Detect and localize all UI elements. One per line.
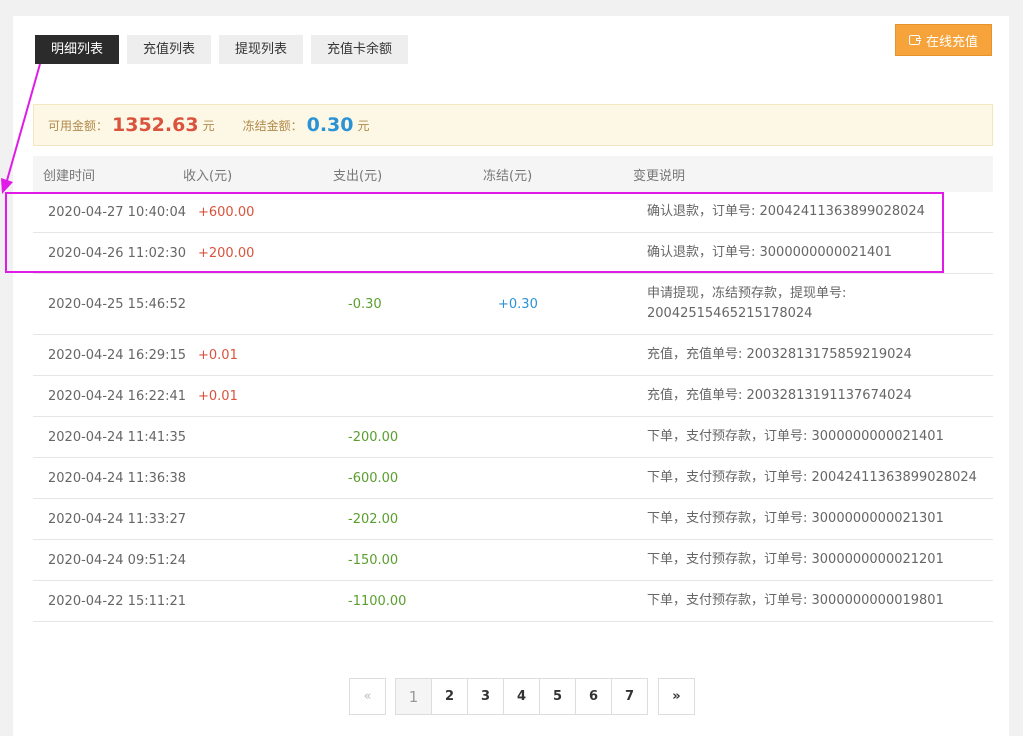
cell-description: 下单，支付预存款，订单号: 3000000000021201 [647, 550, 993, 570]
cell-time: 2020-04-24 11:41:35 [48, 429, 187, 445]
cell-time: 2020-04-24 16:22:41 [48, 388, 187, 404]
page-7-button[interactable]: 7 [611, 678, 648, 715]
cell-description: 充值，充值单号: 20032813191137674024 [647, 386, 993, 406]
table-row: 2020-04-24 11:33:27 -202.00 下单，支付预存款，订单号: … [33, 499, 993, 540]
cell-description: 下单，支付预存款，订单号: 3000000000021401 [647, 427, 993, 447]
description-line: 下单，支付预存款，订单号: 3000000000021301 [647, 511, 944, 526]
page-2-button[interactable]: 2 [431, 678, 468, 715]
header-description: 变更说明 [633, 168, 686, 184]
cell-description: 下单，支付预存款，订单号: 3000000000019801 [647, 591, 993, 611]
header-frozen: 冻结(元) [483, 168, 533, 184]
tab-bar: 明细列表 充值列表 提现列表 充值卡余额 [35, 35, 409, 64]
header-expense: 支出(元) [333, 168, 383, 184]
online-recharge-button[interactable]: 在线充值 [895, 24, 992, 56]
available-amount: 1352.63 [112, 114, 199, 136]
table-row: 2020-04-26 11:02:30 +200.00 确认退款，订单号: 3000… [33, 233, 993, 274]
wallet-icon [908, 35, 921, 45]
available-unit: 元 [202, 118, 215, 133]
description-line: 申请提现，冻结预存款，提现单号: [647, 286, 847, 301]
main-panel: 明细列表 充值列表 提现列表 充值卡余额 在线充值 可用金额： 1352.63 … [13, 16, 1009, 736]
cell-description: 下单，支付预存款，订单号: 3000000000021301 [647, 509, 993, 529]
table-header: 创建时间 收入(元) 支出(元) 冻结(元) 变更说明 [33, 156, 993, 192]
cell-time: 2020-04-24 09:51:24 [48, 552, 187, 568]
table-row: 2020-04-24 11:36:38 -600.00 下单，支付预存款，订单号: … [33, 458, 993, 499]
description-line-2: 20042515465215178024 [647, 306, 813, 321]
frozen-amount: 0.30 [306, 114, 354, 136]
cell-time: 2020-04-22 15:11:21 [48, 593, 187, 609]
cell-time: 2020-04-24 16:29:15 [48, 347, 187, 363]
frozen-label: 冻结金额： [242, 118, 303, 133]
tab-recharge-list[interactable]: 充值列表 [127, 35, 212, 64]
description-line: 下单，支付预存款，订单号: 3000000000019801 [647, 593, 944, 608]
cell-time: 2020-04-27 10:40:04 [48, 204, 187, 220]
table-row: 2020-04-24 09:51:24 -150.00 下单，支付预存款，订单号: … [33, 540, 993, 581]
balance-bar: 可用金额： 1352.63 元 冻结金额： 0.30 元 [33, 104, 993, 146]
description-line: 下单，支付预存款，订单号: 3000000000021201 [647, 552, 944, 567]
cell-expense: -1100.00 [348, 593, 407, 609]
cell-expense: -200.00 [348, 429, 399, 445]
cell-time: 2020-04-26 11:02:30 [48, 245, 187, 261]
cell-description: 充值，充值单号: 20032813175859219024 [647, 345, 993, 365]
table-row: 2020-04-27 10:40:04 +600.00 确认退款，订单号: 2004… [33, 192, 993, 233]
cell-description: 下单，支付预存款，订单号: 20042411363899028024 [647, 468, 993, 488]
cell-income: +600.00 [198, 204, 255, 220]
table-row: 2020-04-24 16:22:41 +0.01 充值，充值单号: 2003281… [33, 376, 993, 417]
header-income: 收入(元) [183, 168, 233, 184]
frozen-unit: 元 [357, 118, 370, 133]
page-4-button[interactable]: 4 [503, 678, 540, 715]
description-line: 充值，充值单号: 20032813191137674024 [647, 388, 912, 403]
table-body: 2020-04-27 10:40:04 +600.00 确认退款，订单号: 2004… [33, 192, 993, 622]
description-line: 确认退款，订单号: 20042411363899028024 [647, 204, 925, 219]
cell-income: +0.01 [198, 347, 238, 363]
online-recharge-label: 在线充值 [925, 34, 978, 50]
cell-time: 2020-04-25 15:46:52 [48, 296, 187, 312]
description-line: 充值，充值单号: 20032813175859219024 [647, 347, 912, 362]
description-line: 下单，支付预存款，订单号: 20042411363899028024 [647, 470, 977, 485]
cell-description: 申请提现，冻结预存款，提现单号: 20042515465215178024 [647, 284, 993, 324]
page-6-button[interactable]: 6 [575, 678, 612, 715]
page-3-button[interactable]: 3 [467, 678, 504, 715]
cell-description: 确认退款，订单号: 3000000000021401 [647, 243, 993, 263]
page-1-button[interactable]: 1 [395, 678, 432, 715]
table-row: 2020-04-25 15:46:52 -0.30 +0.30 申请提现，冻结预存款，… [33, 274, 993, 335]
table-row: 2020-04-22 15:11:21 -1100.00 下单，支付预存款，订单号:… [33, 581, 993, 622]
cell-income: +200.00 [198, 245, 255, 261]
table-row: 2020-04-24 11:41:35 -200.00 下单，支付预存款，订单号: … [33, 417, 993, 458]
cell-expense: -0.30 [348, 296, 382, 312]
next-page-button[interactable]: » [658, 678, 695, 715]
description-line: 确认退款，订单号: 3000000000021401 [647, 245, 892, 260]
pagination: « 1 2 3 4 5 6 7 » [349, 678, 695, 715]
tab-details[interactable]: 明细列表 [35, 35, 120, 64]
cell-expense: -600.00 [348, 470, 399, 486]
cell-income: +0.01 [198, 388, 238, 404]
header-time: 创建时间 [43, 168, 96, 184]
tab-withdraw-list[interactable]: 提现列表 [219, 35, 304, 64]
cell-frozen: +0.30 [498, 296, 538, 312]
description-line: 下单，支付预存款，订单号: 3000000000021401 [647, 429, 944, 444]
cell-expense: -150.00 [348, 552, 399, 568]
cell-description: 确认退款，订单号: 20042411363899028024 [647, 202, 993, 222]
table-row: 2020-04-24 16:29:15 +0.01 充值，充值单号: 2003281… [33, 335, 993, 376]
available-label: 可用金额： [48, 118, 109, 133]
page-5-button[interactable]: 5 [539, 678, 576, 715]
cell-expense: -202.00 [348, 511, 399, 527]
cell-time: 2020-04-24 11:36:38 [48, 470, 187, 486]
transactions-table: 创建时间 收入(元) 支出(元) 冻结(元) 变更说明 2020-04-27 1… [33, 156, 993, 622]
tab-card-balance[interactable]: 充值卡余额 [311, 35, 409, 64]
prev-page-button[interactable]: « [349, 678, 386, 715]
cell-time: 2020-04-24 11:33:27 [48, 511, 187, 527]
